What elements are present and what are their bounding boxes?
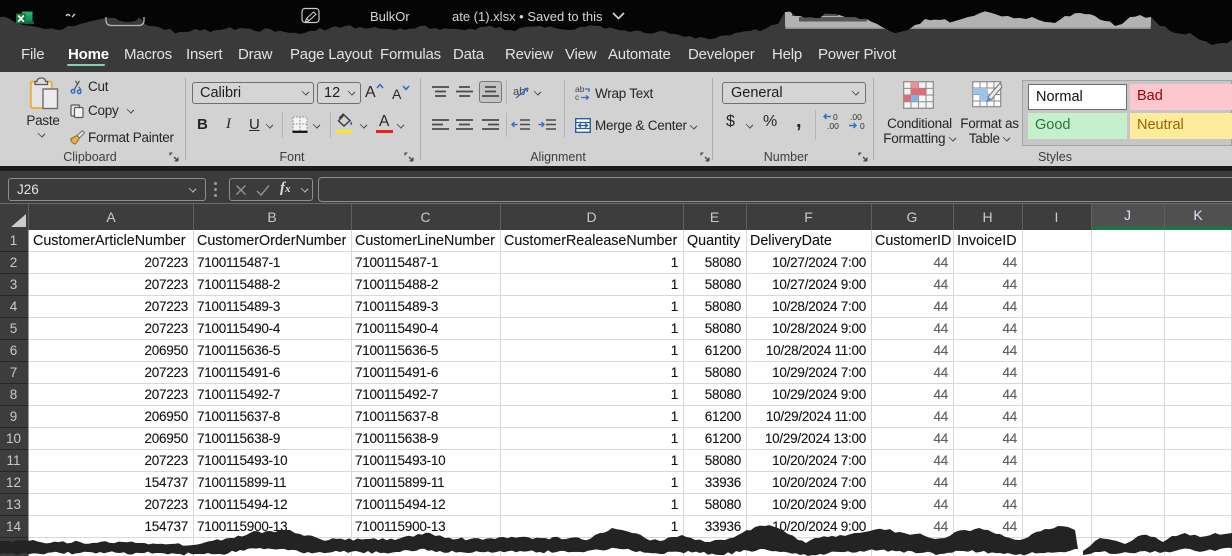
svg-text:ate (1).xlsx • Saved to this: ate (1).xlsx • Saved to this bbox=[452, 9, 603, 24]
svg-text:BulkOr: BulkOr bbox=[370, 9, 410, 24]
